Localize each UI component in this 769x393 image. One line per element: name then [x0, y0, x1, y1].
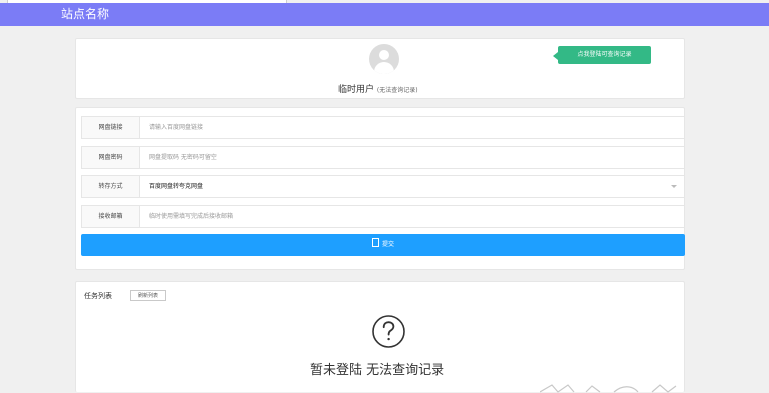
task-list-card: 任务列表 刷新列表 暂未登陆 无法查询记录	[75, 281, 685, 392]
pan-password-input[interactable]: 网盘提取码 无密码可留空	[149, 147, 217, 168]
empty-state-message: 暂未登陆 无法查询记录	[310, 363, 445, 378]
task-list-title: 任务列表	[84, 292, 112, 300]
refresh-list-button[interactable]: 刷新列表	[130, 290, 166, 301]
site-name[interactable]: 站点名称	[61, 6, 109, 23]
chevron-down-icon[interactable]	[671, 185, 677, 188]
question-icon	[372, 315, 405, 348]
submit-label: 提交	[381, 241, 394, 248]
email-row: 接收邮箱 临时使用需填写完成后接收邮箱	[81, 205, 685, 228]
avatar-body-icon	[374, 62, 394, 74]
pan-link-row: 网盘链接 请输入百度网盘链接	[81, 116, 685, 139]
pan-link-input[interactable]: 请输入百度网盘链接	[149, 117, 203, 138]
email-input[interactable]: 临时使用需填写完成后接收邮箱	[149, 206, 233, 227]
pan-password-label: 网盘密码	[82, 147, 140, 168]
username: 临时用户 (无法查询记录)	[338, 82, 418, 95]
transfer-method-label: 转存方式	[82, 176, 140, 197]
login-button[interactable]: 点我登陆可查询记录	[553, 46, 651, 64]
file-icon	[371, 238, 379, 247]
email-label: 接收邮箱	[82, 206, 140, 227]
pan-link-label: 网盘链接	[82, 117, 140, 138]
username-text: 临时用户	[338, 85, 375, 95]
username-note: (无法查询记录)	[376, 87, 418, 94]
transfer-method-row: 转存方式 百度网盘转夸克网盘	[81, 175, 685, 198]
transfer-form-card: 网盘链接 请输入百度网盘链接 网盘密码 网盘提取码 无密码可留空 转存方式 百度…	[75, 107, 685, 270]
avatar	[369, 44, 399, 74]
pan-password-row: 网盘密码 网盘提取码 无密码可留空	[81, 146, 685, 169]
submit-button[interactable]: 提交	[81, 234, 685, 256]
transfer-method-select[interactable]: 百度网盘转夸克网盘	[149, 176, 203, 197]
top-header-bar: 站点名称	[0, 3, 769, 26]
profile-card: 临时用户 (无法查询记录) 点我登陆可查询记录	[75, 38, 685, 99]
avatar-head-icon	[379, 50, 389, 60]
